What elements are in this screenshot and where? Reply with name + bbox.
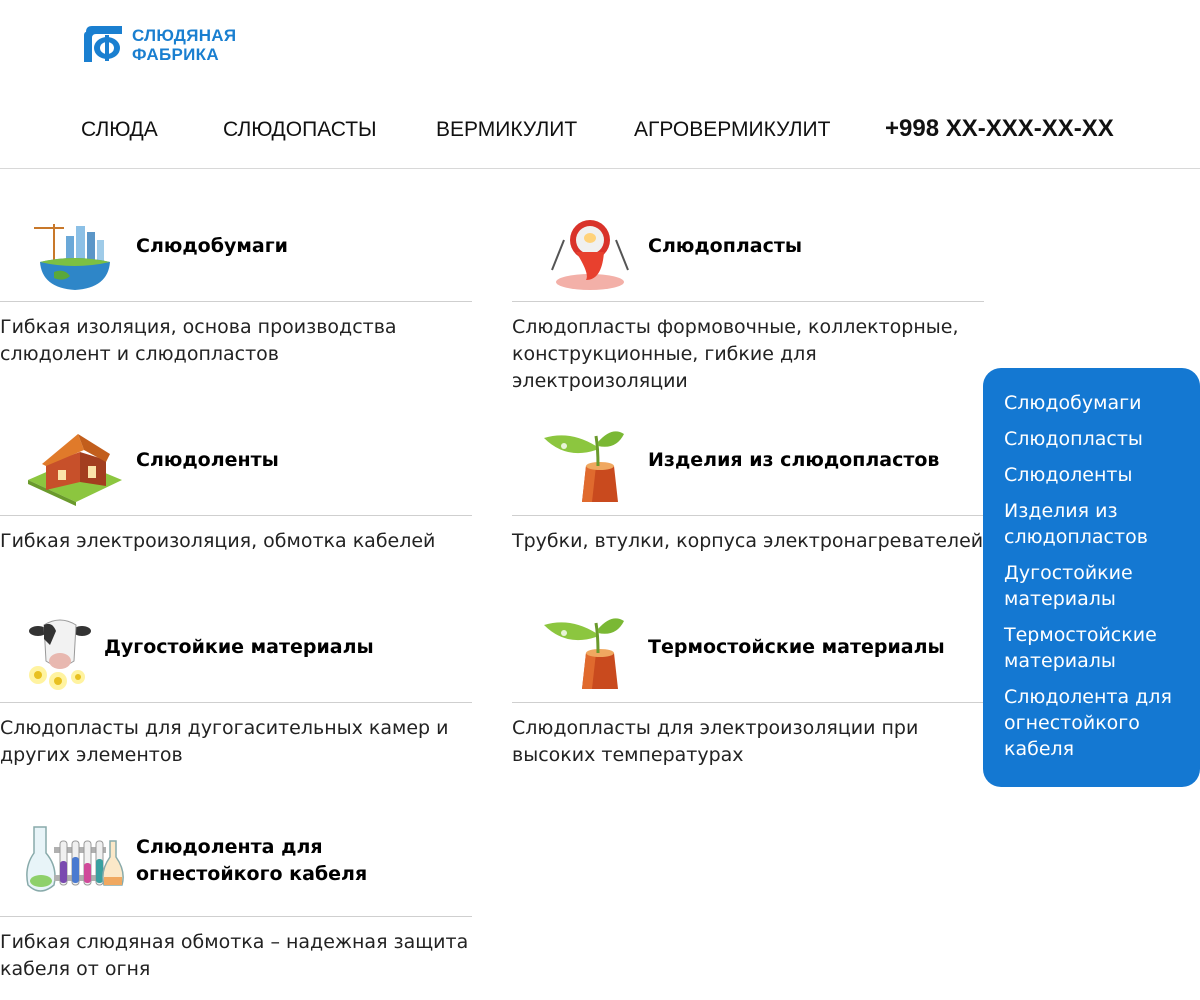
card-description: Слюдопласты для электроизоляции при высо… xyxy=(512,717,919,766)
nav-item-sluda[interactable]: СЛЮДА xyxy=(81,118,158,142)
sidebar-item-sludoplasty[interactable]: Слюдопласты xyxy=(1004,426,1186,452)
sidebar-item-sludobumagi[interactable]: Слюдобумаги xyxy=(1004,390,1186,416)
header-divider xyxy=(0,168,1200,169)
card-header: Дугостойкие материалы xyxy=(0,591,472,703)
card-description: Гибкая слюдяная обмотка – надежная защит… xyxy=(0,931,469,980)
sidebar-item-sludolenta-cable[interactable]: Слюдолента для огнестойкого кабеля xyxy=(1004,684,1186,762)
cow-flowers-icon[interactable] xyxy=(24,611,96,693)
main-nav: СЛЮДА СЛЮДОПАСТЫ ВЕРМИКУЛИТ АГРОВЕРМИКУЛ… xyxy=(0,112,1200,152)
sprout-stump-icon[interactable] xyxy=(540,424,642,506)
nav-item-sludopasty[interactable]: СЛЮДОПАСТЫ xyxy=(223,118,377,142)
nav-item-vermiculite[interactable]: ВЕРМИКУЛИТ xyxy=(436,118,577,142)
logo-mark-icon xyxy=(80,22,126,68)
card-title[interactable]: Слюдолента для огнестойкого кабеля xyxy=(136,805,466,917)
sidebar-item-dugostoikie[interactable]: Дугостойкие материалы xyxy=(1004,560,1186,612)
card-description: Трубки, втулки, корпуса электронагревате… xyxy=(512,530,984,552)
phone-number[interactable]: +998 XX-XXX-XX-XX xyxy=(885,115,1114,143)
sidebar-item-termostoikie[interactable]: Термостойские материалы xyxy=(1004,622,1186,674)
logo-text: СЛЮДЯНАЯ ФАБРИКА xyxy=(132,26,236,64)
logo[interactable]: СЛЮДЯНАЯ ФАБРИКА xyxy=(80,22,236,68)
card-description: Слюдопласты формовочные, коллекторные, к… xyxy=(512,316,959,392)
card-title[interactable]: Слюдоленты xyxy=(136,404,279,516)
card-title[interactable]: Слюдопласты xyxy=(648,190,802,302)
card-description: Гибкая изоляция, основа производства слю… xyxy=(0,316,397,365)
sidebar-item-izdeliya[interactable]: Изделия из слюдопластов xyxy=(1004,498,1186,550)
card-title[interactable]: Изделия из слюдопластов xyxy=(648,404,939,516)
card-description: Гибкая электроизоляция, обмотка кабелей xyxy=(0,530,436,552)
logo-line-2: ФАБРИКА xyxy=(132,45,219,64)
sidebar-item-sludolenty[interactable]: Слюдоленты xyxy=(1004,462,1186,488)
sprout-stump-icon[interactable] xyxy=(540,611,642,693)
card-title[interactable]: Слюдобумаги xyxy=(136,190,288,302)
card-header: Слюдолента для огнестойкого кабеля xyxy=(0,805,472,917)
card-description: Слюдопласты для дугогасительных камер и … xyxy=(0,717,449,766)
card-title[interactable]: Дугостойкие материалы xyxy=(104,591,374,703)
house-icon[interactable] xyxy=(24,424,126,506)
card-header: Изделия из слюдопластов xyxy=(512,404,984,516)
logo-line-1: СЛЮДЯНАЯ xyxy=(132,26,237,45)
card-header: Слюдоленты xyxy=(0,404,472,516)
card-header: Термостойские материалы xyxy=(512,591,984,703)
nav-item-agrovermiculite[interactable]: АГРОВЕРМИКУЛИТ xyxy=(634,118,830,142)
card-header: Слюдобумаги xyxy=(0,190,472,302)
sidebar-menu: Слюдобумаги Слюдопласты Слюдоленты Издел… xyxy=(983,368,1200,787)
lab-flask-icon[interactable] xyxy=(542,210,644,292)
globe-city-icon[interactable] xyxy=(24,210,126,292)
card-header: Слюдопласты xyxy=(512,190,984,302)
card-title[interactable]: Термостойские материалы xyxy=(648,591,945,703)
test-tubes-icon[interactable] xyxy=(24,823,126,905)
